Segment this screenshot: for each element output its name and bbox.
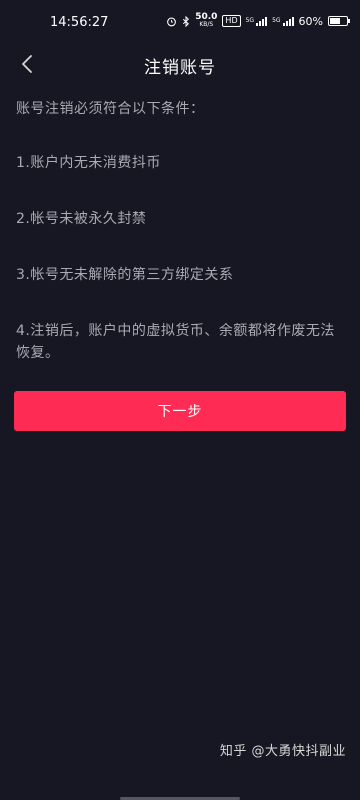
condition-item: 2.帐号未被永久封禁 [16, 211, 147, 227]
status-icons: 50.0 KB/S HD 5G 5G 60% [166, 13, 350, 29]
signal-2-icon: 5G [272, 16, 294, 26]
net-speed-unit: KB/S [199, 21, 214, 28]
battery-percent: 60% [298, 14, 323, 28]
signal-2-label: 5G [272, 16, 281, 24]
alarm-icon [167, 17, 177, 26]
bluetooth-icon [183, 15, 190, 27]
condition-item: 1.账户内无未消费抖币 [16, 155, 161, 171]
net-speed: 50.0 KB/S [195, 13, 217, 29]
battery-fill [330, 18, 340, 24]
status-time: 14:56:27 [50, 15, 109, 30]
page-title: 注销账号 [144, 58, 216, 78]
condition-item: 4.注销后，账户中的虚拟货币、余额都将作废无法恢复。 [16, 323, 335, 361]
screen: 14:56:27 50.0 KB/S HD 5G 5G 60% 注销账号 账号注… [0, 0, 360, 800]
battery-icon [328, 16, 350, 26]
next-step-button[interactable]: 下一步 [14, 391, 346, 431]
hd-badge: HD [222, 15, 241, 27]
signal-1-label: 5G [245, 16, 255, 24]
watermark: 知乎 @大勇快抖副业 [219, 744, 346, 759]
status-bar: 14:56:27 50.0 KB/S HD 5G 5G 60% [0, 0, 360, 40]
nav-bar: 注销账号 [0, 40, 360, 88]
conditions-intro: 账号注销必须符合以下条件： [16, 101, 205, 117]
condition-item: 3.帐号无未解除的第三方绑定关系 [16, 267, 234, 283]
signal-1-icon: 5G [245, 16, 268, 26]
net-speed-value: 50.0 [195, 12, 218, 22]
conditions-content: 账号注销必须符合以下条件： 1.账户内无未消费抖币 2.帐号未被永久封禁 3.帐… [16, 98, 344, 364]
